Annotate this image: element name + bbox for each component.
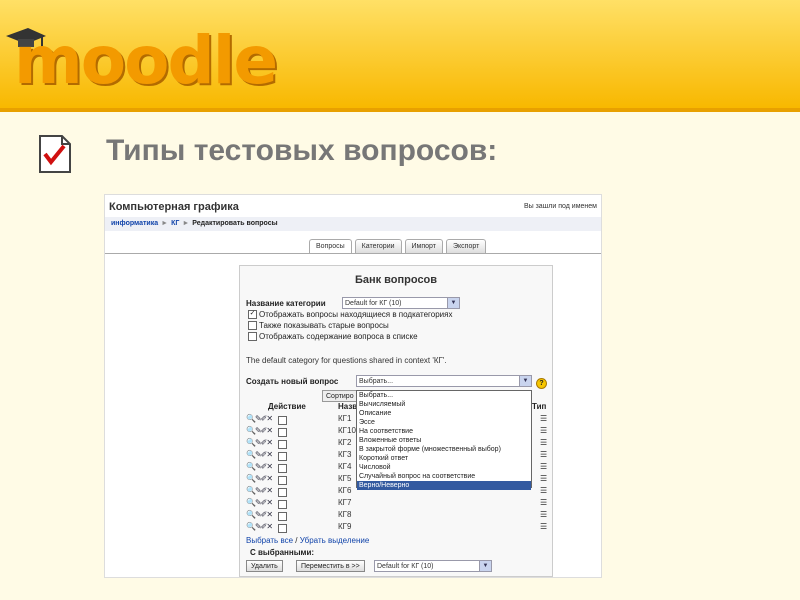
- question-type-icon: ☰: [540, 522, 548, 531]
- question-name: КГ10: [338, 426, 356, 435]
- table-row: 🔍✎✐✕ КГ8 ☰: [246, 510, 550, 522]
- chevron-down-icon: ▼: [447, 298, 459, 308]
- slide-title: Типы тестовых вопросов:: [106, 134, 498, 167]
- question-bank-title: Банк вопросов: [354, 274, 438, 286]
- category-select[interactable]: Default for КГ (10) ▼: [342, 297, 460, 309]
- question-type-icon: ☰: [540, 414, 548, 423]
- dropdown-option[interactable]: Описание: [357, 409, 531, 418]
- row-checkbox[interactable]: [278, 488, 287, 497]
- move-target-value: Default for КГ (10): [377, 563, 434, 570]
- checkbox-show-content[interactable]: [248, 332, 257, 342]
- question-type-icon: ☰: [540, 498, 548, 507]
- dropdown-option[interactable]: Короткий ответ: [357, 454, 531, 463]
- question-name: КГ9: [338, 522, 352, 531]
- row-checkbox[interactable]: [278, 464, 287, 473]
- question-bank-panel: Банк вопросов Название категории Default…: [239, 265, 553, 577]
- checkbox-row: Отображать содержание вопроса в списке: [248, 332, 418, 342]
- dropdown-option[interactable]: Числовой: [357, 463, 531, 472]
- row-checkbox[interactable]: [278, 512, 287, 521]
- checkbox-row: Также показывать старые вопросы: [248, 321, 389, 331]
- sort-button[interactable]: Сортиро: [322, 390, 358, 402]
- breadcrumb: информатика ► КГ ► Редактировать вопросы: [105, 217, 601, 231]
- chevron-down-icon: ▼: [519, 376, 531, 386]
- create-question-select[interactable]: Выбрать... ▼: [356, 375, 532, 387]
- row-checkbox[interactable]: [278, 476, 287, 485]
- question-name: КГ4: [338, 462, 352, 471]
- dropdown-option[interactable]: В закрытой форме (множественный выбор): [357, 445, 531, 454]
- checkbox-subcategories[interactable]: ✓: [248, 310, 257, 320]
- tab-bar: Вопросы Категории Импорт Экспорт: [309, 239, 487, 253]
- checkbox-row: ✓ Отображать вопросы находящиеся в подкат…: [248, 310, 453, 320]
- tab-divider: [105, 253, 601, 254]
- row-checkbox[interactable]: [278, 452, 287, 461]
- question-type-icon: ☰: [540, 438, 548, 447]
- breadcrumb-link-informatika[interactable]: информатика: [111, 220, 158, 227]
- question-name: КГ2: [338, 438, 352, 447]
- help-icon[interactable]: ?: [536, 378, 547, 389]
- selection-links: Выбрать все / Убрать выделение: [246, 536, 369, 545]
- question-name: КГ8: [338, 510, 352, 519]
- checkbox-label: Отображать вопросы находящиеся в подкате…: [259, 310, 453, 319]
- course-title: Компьютерная графика: [109, 201, 239, 213]
- breadcrumb-link-kg[interactable]: КГ: [171, 220, 179, 227]
- question-type-icon: ☰: [540, 510, 548, 519]
- row-checkbox[interactable]: [278, 500, 287, 509]
- dropdown-option[interactable]: Эссе: [357, 418, 531, 427]
- dropdown-option[interactable]: Выбрать...: [357, 391, 531, 400]
- question-type-icon: ☰: [540, 462, 548, 471]
- question-name: КГ5: [338, 474, 352, 483]
- question-name: КГ3: [338, 450, 352, 459]
- question-name: КГ7: [338, 498, 352, 507]
- breadcrumb-separator: ►: [161, 220, 169, 227]
- checklist-document-icon: [39, 135, 71, 173]
- dropdown-option[interactable]: Вычисляемый: [357, 400, 531, 409]
- question-name: КГ1: [338, 414, 352, 423]
- link-separator: /: [293, 536, 300, 545]
- column-header-type: Тип: [532, 402, 547, 411]
- category-select-value: Default for КГ (10): [345, 300, 402, 307]
- breadcrumb-separator: ►: [182, 220, 190, 227]
- column-header-action: Действие: [268, 402, 306, 411]
- table-row: 🔍✎✐✕ КГ7 ☰: [246, 498, 550, 510]
- question-type-icon: ☰: [540, 426, 548, 435]
- tab-import[interactable]: Импорт: [404, 239, 443, 253]
- checkbox-label: Также показывать старые вопросы: [259, 321, 389, 330]
- chevron-down-icon: ▼: [479, 561, 491, 571]
- question-type-icon: ☰: [540, 486, 548, 495]
- default-category-info: The default category for questions share…: [246, 356, 447, 365]
- with-selected-label: С выбранными:: [250, 548, 315, 557]
- table-row: 🔍✎✐✕ КГ9 ☰: [246, 522, 550, 534]
- login-info: Вы зашли под именем: [523, 203, 597, 210]
- column-header-name[interactable]: Назв: [338, 402, 357, 411]
- row-checkbox[interactable]: [278, 416, 287, 425]
- tab-categories[interactable]: Категории: [354, 239, 402, 253]
- checkbox-old-questions[interactable]: [248, 321, 257, 331]
- tab-export[interactable]: Экспорт: [446, 239, 487, 253]
- move-target-select[interactable]: Default for КГ (10) ▼: [374, 560, 492, 572]
- category-label: Название категории: [246, 299, 326, 308]
- moodle-banner: moodle: [0, 0, 800, 112]
- dropdown-option[interactable]: На соответствие: [357, 427, 531, 436]
- question-type-icon: ☰: [540, 450, 548, 459]
- row-checkbox[interactable]: [278, 440, 287, 449]
- breadcrumb-current: Редактировать вопросы: [192, 220, 278, 227]
- moodle-screenshot: Компьютерная графика Вы зашли под именем…: [104, 194, 602, 578]
- select-all-link[interactable]: Выбрать все: [246, 536, 293, 545]
- create-question-value: Выбрать...: [359, 378, 394, 385]
- move-to-button[interactable]: Переместить в >>: [296, 560, 365, 572]
- question-type-icon: ☰: [540, 474, 548, 483]
- create-question-label: Создать новый вопрос: [246, 377, 339, 386]
- question-name: КГ6: [338, 486, 352, 495]
- checkbox-label: Отображать содержание вопроса в списке: [259, 332, 418, 341]
- row-checkbox[interactable]: [278, 428, 287, 437]
- question-type-dropdown[interactable]: Выбрать... Вычисляемый Описание Эссе На соот…: [356, 390, 532, 490]
- moodle-logo: moodle: [14, 22, 278, 99]
- dropdown-option[interactable]: Вложенные ответы: [357, 436, 531, 445]
- delete-button[interactable]: Удалить: [246, 560, 283, 572]
- dropdown-option[interactable]: Верно/Неверно: [357, 481, 531, 490]
- deselect-link[interactable]: Убрать выделение: [300, 536, 370, 545]
- dropdown-option[interactable]: Случайный вопрос на соответствие: [357, 472, 531, 481]
- row-checkbox[interactable]: [278, 524, 287, 533]
- tab-questions[interactable]: Вопросы: [309, 239, 352, 253]
